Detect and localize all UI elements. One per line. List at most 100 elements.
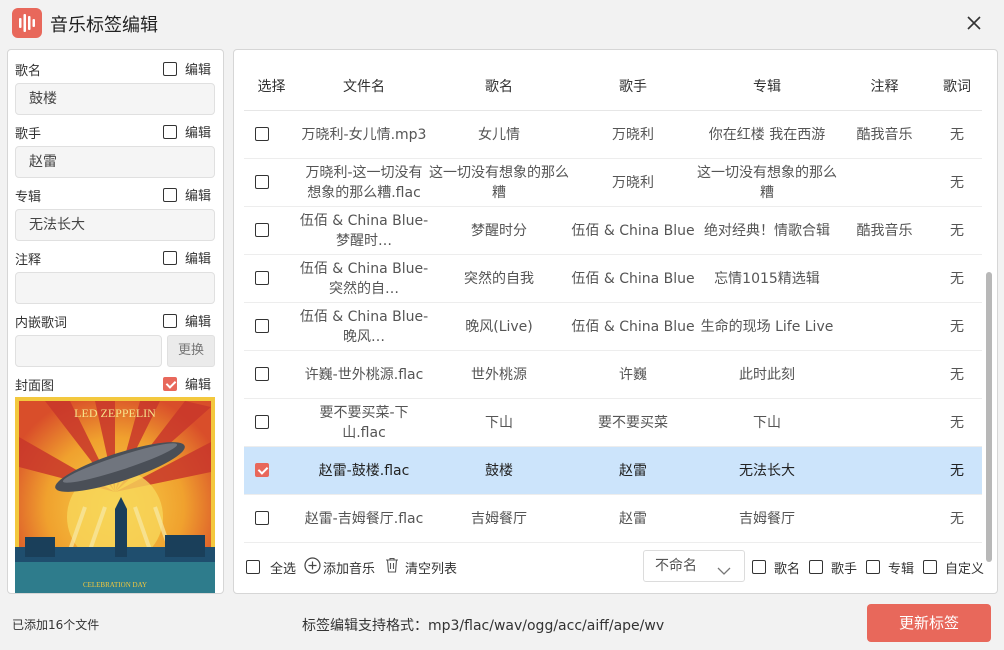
comment-cell [837,447,932,494]
comment-field[interactable] [15,272,215,304]
column-header-comment[interactable]: 注释 [837,76,932,96]
replace-lyrics-button[interactable]: 更换 [167,335,215,367]
album-cell: 忘情1015精选辑 [714,270,820,287]
title-cell: 突然的自我 [464,270,534,287]
table-header: 选择 文件名 歌名 歌手 专辑 注释 歌词 [244,50,982,111]
clear-list-button[interactable]: 清空列表 [385,550,457,584]
checkbox-icon[interactable] [163,313,177,328]
cover-logo: LED ZEPPELIN [74,406,156,420]
column-header-artist[interactable]: 歌手 [569,76,697,96]
artist-edit-checkbox[interactable]: 编辑 [163,122,211,141]
filename-cell: 赵雷-鼓楼.flac [318,462,410,479]
select-all-checkbox[interactable]: 全选 [246,550,296,584]
rename-by-title-checkbox[interactable]: 歌名 [752,550,800,584]
artist-cell: 伍佰 & China Blue [571,222,695,239]
row-checkbox[interactable] [255,271,269,285]
table-row[interactable]: 伍佰 & China Blue-突然的自… 突然的自我 伍佰 & China B… [244,255,982,303]
filename-cell: 万晓利-女儿情.mp3 [301,126,427,143]
album-cell: 吉姆餐厅 [739,510,795,527]
rename-by-artist-checkbox[interactable]: 歌手 [809,550,857,584]
close-icon[interactable] [964,13,984,33]
cover-image[interactable]: LED ZEPPELIN CELEBRATION DAY [15,397,215,593]
row-checkbox[interactable] [255,415,269,429]
row-checkbox[interactable] [255,223,269,237]
lyrics-cell: 无 [950,174,964,191]
artist-field[interactable]: 赵雷 [15,146,215,178]
table-row[interactable]: 赵雷-吉姆餐厅.flac 吉姆餐厅 赵雷 吉姆餐厅 无 [244,495,982,543]
filename-cell: 伍佰 & China Blue-梦醒时… [299,212,429,249]
artist-cell: 许巍 [619,366,647,383]
filename-cell: 伍佰 & China Blue-突然的自… [299,260,429,297]
lyrics-cell: 无 [950,462,964,479]
checkbox-icon[interactable] [809,560,823,574]
checkbox-checked-icon[interactable] [163,376,177,391]
table-row[interactable]: 要不要买菜-下山.flac 下山 要不要买菜 下山 无 [244,399,982,447]
clear-list-label: 清空列表 [405,561,458,577]
edit-label: 编辑 [185,126,212,141]
comment-cell: 酷我音乐 [856,222,913,239]
album-cell: 这一切没有想象的那么糟 [697,164,837,201]
title-cell: 女儿情 [478,126,520,143]
app-title: 音乐标签编辑 [50,15,158,36]
table-row-selected[interactable]: 赵雷-鼓楼.flac 鼓楼 赵雷 无法长大 无 [244,447,982,495]
table-row[interactable]: 伍佰 & China Blue-梦醒时… 梦醒时分 伍佰 & China Blu… [244,207,982,255]
table-body: 万晓利-女儿情.mp3 女儿情 万晓利 你在红楼 我在西游 酷我音乐 无 万晓利… [244,111,982,543]
row-checkbox[interactable] [255,127,269,141]
title-edit-checkbox[interactable]: 编辑 [163,59,211,78]
add-music-button[interactable]: 添加音乐 [304,550,375,584]
album-cell: 下山 [753,414,781,431]
file-count-status: 已添加16个文件 [12,618,100,632]
row-checkbox-checked[interactable] [255,463,269,477]
app-logo-icon [12,8,42,38]
column-header-title[interactable]: 歌名 [429,76,569,96]
title-cell: 下山 [485,414,513,431]
checkbox-icon[interactable] [163,61,177,76]
lyrics-field[interactable] [15,335,162,367]
column-header-select[interactable]: 选择 [244,76,299,96]
table-row[interactable]: 许巍-世外桃源.flac 世外桃源 许巍 此时此刻 无 [244,351,982,399]
artist-cell: 要不要买菜 [598,414,668,431]
rename-by-album-checkbox[interactable]: 专辑 [866,550,914,584]
column-header-album[interactable]: 专辑 [697,76,837,96]
update-tags-button[interactable]: 更新标签 [867,604,991,642]
comment-cell [837,351,932,398]
checkbox-icon[interactable] [163,124,177,139]
checkbox-icon[interactable] [246,560,260,574]
row-checkbox[interactable] [255,511,269,525]
comment-cell [837,159,932,206]
file-list-panel: 选择 文件名 歌名 歌手 专辑 注释 歌词 万晓利-女儿情.mp3 女儿情 万晓… [233,49,998,594]
album-edit-checkbox[interactable]: 编辑 [163,185,211,204]
lyrics-edit-checkbox[interactable]: 编辑 [163,311,211,330]
row-checkbox[interactable] [255,319,269,333]
vertical-scrollbar[interactable] [986,272,992,562]
checkbox-icon[interactable] [923,560,937,574]
rename-custom-checkbox[interactable]: 自定义 [923,550,984,584]
checkbox-icon[interactable] [866,560,880,574]
album-field[interactable]: 无法长大 [15,209,215,241]
title-cell: 鼓楼 [485,462,513,479]
checkbox-icon[interactable] [752,560,766,574]
rename-mode-select[interactable]: 不命名 [643,550,745,582]
comment-edit-checkbox[interactable]: 编辑 [163,248,211,267]
column-header-filename[interactable]: 文件名 [299,76,429,96]
supported-formats-text: 标签编辑支持格式：mp3/flac/wav/ogg/acc/aiff/ape/w… [302,618,665,634]
cover-caption: CELEBRATION DAY [83,581,147,589]
rename-by-title-label: 歌名 [774,561,801,577]
title-field[interactable]: 鼓楼 [15,83,215,115]
row-checkbox[interactable] [255,367,269,381]
lyrics-cell: 无 [950,414,964,431]
title-cell: 晚风(Live) [465,318,533,335]
row-checkbox[interactable] [255,175,269,189]
lyrics-cell: 无 [950,318,964,335]
table-row[interactable]: 万晓利-女儿情.mp3 女儿情 万晓利 你在红楼 我在西游 酷我音乐 无 [244,111,982,159]
checkbox-icon[interactable] [163,187,177,202]
cover-edit-checkbox[interactable]: 编辑 [163,374,211,393]
filename-cell: 万晓利-这一切没有想象的那么糟.flac [305,164,423,201]
column-header-lyrics[interactable]: 歌词 [932,76,982,96]
table-row[interactable]: 万晓利-这一切没有想象的那么糟.flac 这一切没有想象的那么糟 万晓利 这一切… [244,159,982,207]
title-cell: 吉姆餐厅 [471,510,527,527]
table-row[interactable]: 伍佰 & China Blue-晚风… 晚风(Live) 伍佰 & China … [244,303,982,351]
checkbox-icon[interactable] [163,250,177,265]
filename-cell: 伍佰 & China Blue-晚风… [299,308,429,345]
title-bar: 音乐标签编辑 [0,0,1004,46]
